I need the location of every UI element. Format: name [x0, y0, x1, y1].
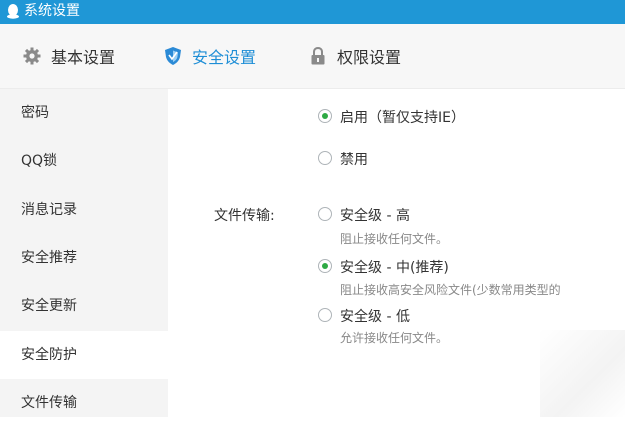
screen-glare [540, 330, 625, 417]
disable-radio[interactable] [318, 151, 332, 165]
qq-penguin-icon [7, 4, 19, 19]
settings-sidebar: 密码 QQ锁 消息记录 安全推荐 安全更新 安全防护 文件传输 [0, 89, 168, 417]
sidebar-item-password[interactable]: 密码 [0, 89, 168, 137]
sidebar-item-security-recommend[interactable]: 安全推荐 [0, 234, 168, 282]
tab-permission-settings[interactable]: 权限设置 [308, 42, 401, 70]
tab-basic-settings-label: 基本设置 [51, 48, 116, 67]
title-bar: 系统设置 [0, 0, 625, 24]
sidebar-item-file-transfer[interactable]: 文件传输 [0, 379, 168, 427]
sidebar-item-security-protection[interactable]: 安全防护 [0, 331, 168, 379]
window-title: 系统设置 [24, 3, 80, 19]
security-level-medium-desc: 阻止接收高安全风险文件(少数常用类型的 [340, 283, 561, 297]
gear-icon [23, 47, 41, 65]
tab-basic-settings[interactable]: 基本设置 [22, 42, 115, 70]
security-level-low-radio[interactable] [318, 308, 332, 322]
security-level-low-label[interactable]: 安全级 - 低 [340, 306, 410, 326]
tab-security-settings-label: 安全设置 [192, 48, 257, 67]
security-level-high-desc: 阻止接收任何文件。 [340, 232, 449, 246]
shield-icon [165, 47, 181, 65]
enable-radio-label[interactable]: 启用（暂仅支持IE） [340, 107, 465, 127]
security-level-high-radio[interactable] [318, 207, 332, 221]
security-level-low-desc: 允许接收任何文件。 [340, 331, 449, 345]
tab-permission-settings-label: 权限设置 [337, 48, 402, 67]
security-level-high-label[interactable]: 安全级 - 高 [340, 205, 410, 225]
disable-radio-label[interactable]: 禁用 [340, 149, 368, 169]
enable-radio[interactable] [318, 109, 332, 123]
sidebar-item-qq-lock[interactable]: QQ锁 [0, 137, 168, 185]
security-level-medium-radio[interactable] [318, 259, 332, 273]
lock-icon [311, 46, 325, 65]
security-level-medium-label[interactable]: 安全级 - 中(推荐) [340, 257, 449, 277]
settings-tabs: 基本设置 安全设置 权限设置 [0, 24, 625, 89]
sidebar-item-message-history[interactable]: 消息记录 [0, 186, 168, 234]
tab-security-settings[interactable]: 安全设置 [163, 42, 256, 70]
file-transfer-label: 文件传输: [214, 208, 275, 224]
sidebar-item-security-update[interactable]: 安全更新 [0, 282, 168, 330]
